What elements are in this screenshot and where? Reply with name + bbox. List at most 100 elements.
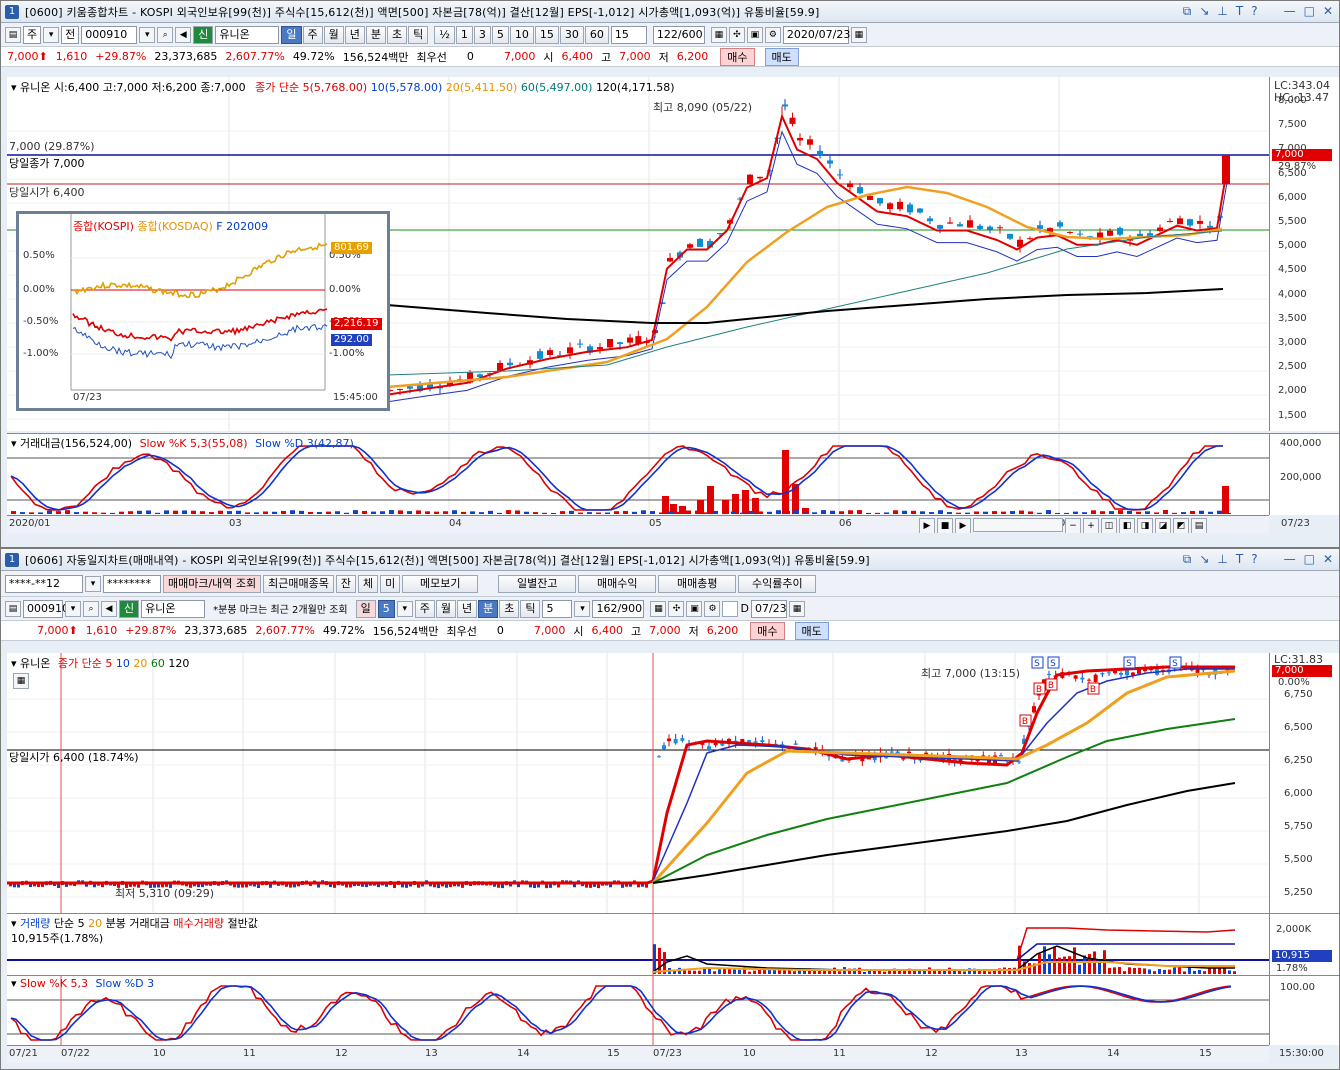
- tool-icon[interactable]: ◩: [1173, 518, 1189, 533]
- zoom-out-icon[interactable]: −: [1065, 518, 1081, 533]
- restore-icon[interactable]: ⧉: [1183, 552, 1192, 567]
- pin-icon[interactable]: ⊥: [1217, 4, 1227, 19]
- speaker-icon[interactable]: ◀: [101, 600, 117, 617]
- font-icon[interactable]: T: [1236, 552, 1243, 567]
- trade-review-button[interactable]: 매매총평: [658, 574, 737, 593]
- period-button[interactable]: ½: [434, 25, 455, 44]
- date-input[interactable]: 2020/07/23: [782, 25, 850, 44]
- calendar-icon[interactable]: ▦: [850, 26, 867, 43]
- bar-count-field[interactable]: 162/900: [592, 599, 645, 618]
- chevron-down-icon[interactable]: ▾: [139, 26, 156, 43]
- stock-name-field[interactable]: 유니온: [215, 25, 280, 44]
- scroll-controls[interactable]: ▶ ■ ▶ − + ◫ ◧ ◨ ◪ ◩ ▤: [919, 518, 1207, 533]
- chevron-down-icon[interactable]: ▾: [11, 977, 17, 990]
- unfilled-button[interactable]: 미: [380, 574, 401, 593]
- search-icon[interactable]: ⌕: [157, 26, 174, 43]
- trade-profit-button[interactable]: 매매수익: [578, 574, 657, 593]
- period-button[interactable]: 초: [387, 25, 408, 44]
- chevron-down-icon[interactable]: ▾: [11, 917, 17, 930]
- chevron-down-icon[interactable]: ▾: [396, 600, 413, 617]
- zoom-in-icon[interactable]: +: [1083, 518, 1099, 533]
- chevron-down-icon[interactable]: ▾: [65, 600, 81, 617]
- buy-button[interactable]: 매수: [750, 621, 785, 640]
- tool-icon[interactable]: ◪: [1155, 518, 1171, 533]
- save-icon[interactable]: ▣: [746, 26, 763, 43]
- period-button[interactable]: 5: [491, 25, 509, 44]
- gear-icon[interactable]: ⚙: [764, 26, 781, 43]
- period-button[interactable]: 1: [455, 25, 473, 44]
- sell-button[interactable]: 매도: [764, 47, 799, 66]
- grid-icon[interactable]: ▦: [710, 26, 727, 43]
- period-button[interactable]: 월: [435, 599, 456, 618]
- play-icon[interactable]: ▶: [919, 518, 935, 533]
- stock-code-input[interactable]: 000910: [23, 599, 69, 618]
- grid-icon[interactable]: ▦: [650, 600, 667, 617]
- help-icon[interactable]: ?: [1251, 4, 1257, 19]
- tool-icon[interactable]: ◫: [1101, 518, 1117, 533]
- stock-code-input[interactable]: 000910: [81, 25, 138, 44]
- balance-button[interactable]: 잔: [335, 574, 357, 593]
- layout-icon[interactable]: ▤: [5, 600, 21, 617]
- interval-select[interactable]: 15: [610, 25, 647, 44]
- buy-button[interactable]: 매수: [720, 47, 755, 66]
- account-input[interactable]: ****-**12: [5, 574, 83, 593]
- period-day[interactable]: 일: [355, 599, 376, 618]
- index-comparison-inset[interactable]: 종합(KOSPI) 종합(KOSDAQ) F 202009 0.50% 0.50%…: [16, 211, 390, 411]
- minimize-icon[interactable]: —: [1284, 4, 1296, 19]
- period-button[interactable]: 초: [499, 599, 520, 618]
- filled-button[interactable]: 체: [358, 574, 379, 593]
- chevron-down-icon[interactable]: ▾: [11, 657, 17, 670]
- period-button[interactable]: 년: [344, 25, 365, 44]
- chevron-down-icon[interactable]: ▾: [574, 600, 591, 617]
- stochastic-chart[interactable]: ▾ Slow %K 5,3 Slow %D 3: [7, 975, 1269, 1045]
- memo-button[interactable]: 메모보기: [402, 574, 479, 593]
- gear-icon[interactable]: ⚙: [704, 600, 721, 617]
- tool-icon[interactable]: ◧: [1119, 518, 1135, 533]
- link-icon[interactable]: ↘: [1199, 4, 1209, 19]
- period-button[interactable]: 30: [559, 25, 584, 44]
- intraday-price-chart[interactable]: BBBBSSSS ▾ 유니온 종가 단순 5 10 20 60 120 ▦ 최고…: [7, 653, 1269, 913]
- interval-select[interactable]: 5: [542, 599, 573, 618]
- minimize-icon[interactable]: —: [1284, 552, 1296, 567]
- tool-icon[interactable]: ◨: [1137, 518, 1153, 533]
- daily-balance-button[interactable]: 일별잔고: [498, 574, 577, 593]
- play-icon[interactable]: ▶: [955, 518, 971, 533]
- maximize-icon[interactable]: □: [1304, 4, 1315, 19]
- speaker-icon[interactable]: ◀: [175, 26, 192, 43]
- layout-icon[interactable]: ▤: [5, 26, 21, 43]
- volume-chart[interactable]: ▾ 거래량 단순 5 20 분봉 거래대금 매수거래량 절반값 10,915주(…: [7, 913, 1269, 975]
- crosshair-icon[interactable]: ✣: [728, 26, 745, 43]
- calendar-icon[interactable]: ▦: [788, 600, 805, 617]
- save-icon[interactable]: ▣: [686, 600, 703, 617]
- period-button[interactable]: 분: [478, 599, 499, 618]
- font-icon[interactable]: T: [1236, 4, 1243, 19]
- help-icon[interactable]: ?: [1251, 552, 1257, 567]
- chevron-down-icon[interactable]: ▾: [11, 437, 17, 450]
- restore-icon[interactable]: ⧉: [1183, 4, 1192, 19]
- period-button[interactable]: 10: [509, 25, 534, 44]
- chevron-down-icon[interactable]: ▾: [11, 81, 17, 94]
- stop-icon[interactable]: ■: [937, 518, 953, 533]
- price-chart[interactable]: ▾ 유니온 시:6,400 고:7,000 저:6,200 종:7,000 종가…: [7, 77, 1269, 431]
- search-icon[interactable]: ⌕: [83, 600, 99, 617]
- indicator-chart[interactable]: ▾ 거래대금(156,524,00) Slow %K 5,3(55,08) Sl…: [7, 433, 1269, 515]
- stock-name-field[interactable]: 유니온: [141, 599, 206, 618]
- scrollbar[interactable]: [973, 518, 1063, 532]
- recent-trades-button[interactable]: 최근매매종목: [263, 574, 334, 593]
- period-button[interactable]: 3: [473, 25, 491, 44]
- date-input[interactable]: 07/23: [750, 599, 787, 618]
- period-button[interactable]: 월: [323, 25, 344, 44]
- password-input[interactable]: ********: [103, 574, 161, 593]
- period-button[interactable]: 60: [584, 25, 609, 44]
- period-button[interactable]: 주: [414, 599, 435, 618]
- chart-kind-select[interactable]: 주: [23, 25, 42, 44]
- chevron-down-icon[interactable]: ▾: [43, 26, 60, 43]
- bar-count-field[interactable]: 122/600: [652, 25, 705, 44]
- table-icon[interactable]: ▦: [13, 673, 29, 689]
- checkbox[interactable]: [722, 600, 739, 617]
- link-icon[interactable]: ↘: [1199, 552, 1209, 567]
- close-icon[interactable]: ✕: [1323, 552, 1333, 567]
- period-button[interactable]: 주: [302, 25, 323, 44]
- period-button[interactable]: 분: [365, 25, 386, 44]
- sell-button[interactable]: 매도: [794, 621, 829, 640]
